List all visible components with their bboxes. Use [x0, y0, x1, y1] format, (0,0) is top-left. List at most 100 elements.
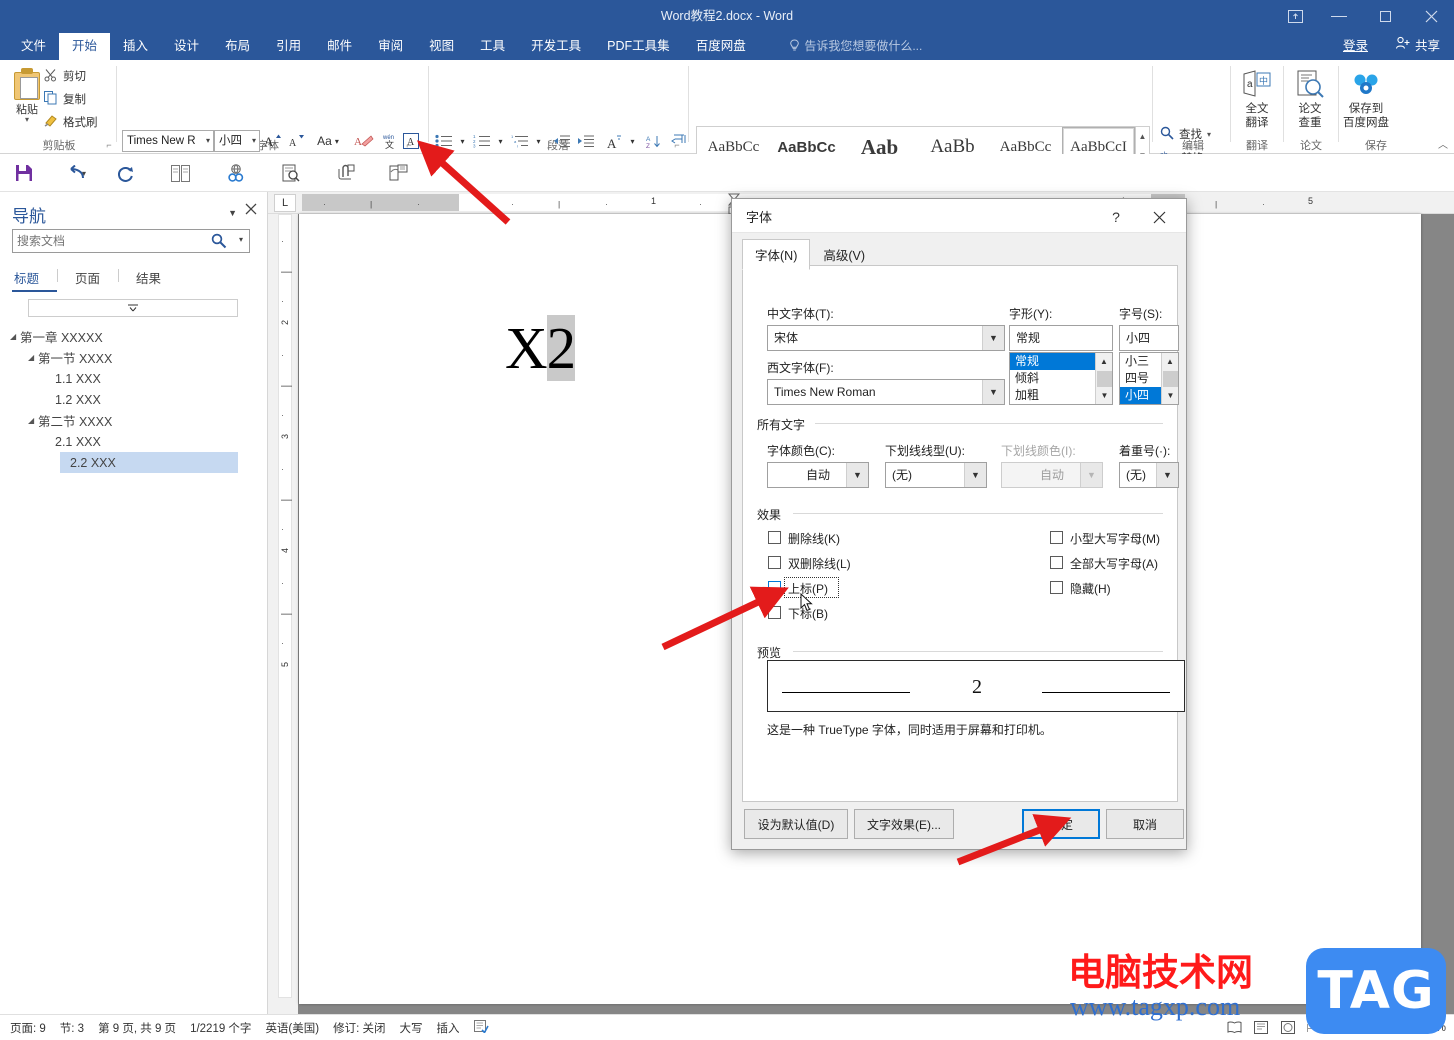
tab-layout[interactable]: 布局 [212, 33, 263, 60]
western-font-combobox[interactable]: Times New Roman ▼ [767, 379, 1005, 405]
font-size-listbox[interactable]: 小三 四号 小四 ▲ ▼ [1119, 352, 1179, 405]
chevron-down-icon[interactable]: ▼ [846, 463, 868, 487]
expand-triangle-icon[interactable]: ◢ [28, 353, 38, 362]
sort-az-icon[interactable]: AZ [642, 130, 666, 152]
small-caps-checkbox[interactable] [1050, 531, 1063, 544]
chevron-down-icon[interactable]: ▾ [252, 131, 256, 151]
close-icon[interactable] [1142, 205, 1176, 229]
font-style-listbox[interactable]: 常规 倾斜 加粗 ▲ ▼ [1009, 352, 1113, 405]
sort-icon[interactable]: A [602, 130, 626, 152]
font-style-input[interactable]: 常规 [1009, 325, 1113, 351]
close-icon[interactable] [1408, 0, 1454, 33]
sign-in-link[interactable]: 登录 [1343, 33, 1368, 60]
print-preview-icon[interactable] [275, 158, 307, 188]
hyperlink-icon[interactable] [220, 158, 252, 188]
listbox-scrollbar[interactable]: ▲ ▼ [1095, 353, 1112, 404]
status-language[interactable]: 英语(美国) [265, 1020, 319, 1036]
vertical-ruler[interactable]: · — · 2 · — · 3 · — · 4 · — · 5 [268, 214, 298, 1014]
tab-review[interactable]: 审阅 [365, 33, 416, 60]
font-name-combobox[interactable]: Times New R ▾ [122, 130, 214, 152]
scrollbar-thumb[interactable] [1163, 371, 1178, 388]
document-share-icon[interactable] [382, 158, 414, 188]
tab-mailings[interactable]: 邮件 [314, 33, 365, 60]
tab-pdf-toolkit[interactable]: PDF工具集 [594, 33, 683, 60]
change-case-icon[interactable]: Aa ▾ [312, 130, 344, 152]
scroll-down-icon[interactable]: ▼ [1096, 387, 1112, 404]
ok-button[interactable]: 确定 [1022, 809, 1100, 839]
paste-caret-icon[interactable]: ▾ [6, 116, 48, 124]
navigation-search-box[interactable]: ▾ [12, 229, 250, 253]
nav-heading-item[interactable]: ◢ 第一章 XXXXX [0, 326, 268, 347]
underline-style-combobox[interactable]: (无) ▼ [885, 462, 987, 488]
navigation-dropdown-icon[interactable]: ▼ [228, 208, 237, 218]
tab-references[interactable]: 引用 [263, 33, 314, 60]
character-border-icon[interactable]: A [400, 130, 422, 152]
ribbon-display-options-icon[interactable] [1274, 0, 1316, 33]
tab-stop-selector[interactable]: L [274, 194, 296, 212]
expand-triangle-icon[interactable]: ◢ [10, 332, 20, 341]
multilevel-caret-icon[interactable]: ▾ [532, 130, 545, 152]
phonetic-guide-icon[interactable]: wén 文 [378, 130, 402, 152]
status-word-count[interactable]: 1/2219 个字 [190, 1020, 251, 1036]
clipboard-dialog-launcher[interactable]: ⌐ [103, 139, 115, 151]
document-text[interactable]: X2 [505, 314, 576, 383]
tab-insert[interactable]: 插入 [110, 33, 161, 60]
show-marks-icon[interactable] [668, 130, 690, 152]
navigation-close-icon[interactable] [245, 203, 257, 218]
double-strikethrough-checkbox[interactable] [768, 556, 781, 569]
strikethrough-checkbox[interactable] [768, 531, 781, 544]
scrollbar-thumb[interactable] [1097, 371, 1112, 388]
undo-caret-icon[interactable]: ▾ [78, 158, 90, 188]
scroll-up-icon[interactable]: ▲ [1096, 353, 1112, 370]
attachment-icon[interactable] [330, 158, 362, 188]
tab-view[interactable]: 视图 [416, 33, 467, 60]
increase-indent-icon[interactable] [574, 130, 598, 152]
format-painter-button[interactable]: 格式刷 [44, 112, 98, 132]
font-size-input[interactable]: 小四 [1119, 325, 1179, 351]
search-input[interactable] [17, 230, 207, 252]
numbering-icon[interactable]: 123 [470, 130, 494, 152]
emphasis-mark-combobox[interactable]: (无) ▼ [1119, 462, 1179, 488]
tell-me-box[interactable]: 告诉我您想要做什么... [789, 33, 922, 60]
search-icon[interactable] [211, 233, 227, 252]
nav-heading-item-selected[interactable]: 2.2 XXX [60, 452, 238, 473]
sort-caret-icon[interactable]: ▾ [626, 130, 639, 152]
tab-developer[interactable]: 开发工具 [518, 33, 594, 60]
compare-documents-icon[interactable] [165, 158, 197, 188]
save-icon[interactable] [8, 158, 40, 188]
subscript-checkbox[interactable] [768, 606, 781, 619]
chevron-down-icon[interactable]: ▼ [1156, 463, 1178, 487]
tab-baidu-netdisk[interactable]: 百度网盘 [683, 33, 759, 60]
save-to-baidu-button[interactable]: 保存到 百度网盘 [1331, 66, 1401, 130]
nav-heading-item[interactable]: 2.1 XXX [0, 431, 268, 452]
chevron-down-icon[interactable]: ▼ [964, 463, 986, 487]
minimize-icon[interactable] [1316, 0, 1362, 33]
nav-tab-headings[interactable]: 标题 [12, 268, 58, 292]
paste-button[interactable]: 粘贴 ▾ [6, 64, 48, 132]
scroll-up-icon[interactable]: ▲ [1162, 353, 1178, 370]
nav-heading-item[interactable]: 1.1 XXX [0, 368, 268, 389]
tab-font[interactable]: 字体(N) [742, 239, 811, 270]
numbering-caret-icon[interactable]: ▾ [494, 130, 507, 152]
nav-heading-item[interactable]: 1.2 XXX [0, 389, 268, 410]
superscript-checkbox[interactable] [768, 581, 781, 594]
tab-file[interactable]: 文件 [8, 33, 59, 60]
cancel-button[interactable]: 取消 [1106, 809, 1184, 839]
plagiarism-check-button[interactable]: 论文 查重 [1284, 66, 1336, 130]
shrink-font-icon[interactable]: A [285, 130, 309, 152]
search-options-caret-icon[interactable]: ▾ [239, 235, 243, 244]
status-pages[interactable]: 页面: 9 [10, 1020, 46, 1036]
find-button[interactable]: 查找 ▾ [1160, 124, 1211, 144]
cut-button[interactable]: 剪切 [44, 66, 86, 86]
status-sections[interactable]: 节: 3 [60, 1020, 84, 1036]
find-caret-icon[interactable]: ▾ [1207, 130, 1211, 139]
proofing-icon[interactable] [473, 1019, 489, 1036]
copy-button[interactable]: 复制 [44, 89, 86, 109]
nav-heading-item[interactable]: ◢ 第一节 XXXX [0, 347, 268, 368]
scroll-up-icon[interactable]: ▲ [1136, 127, 1149, 146]
bullets-caret-icon[interactable]: ▾ [456, 130, 469, 152]
tab-tools[interactable]: 工具 [467, 33, 518, 60]
navigation-collapse-all[interactable] [28, 299, 238, 317]
set-as-default-button[interactable]: 设为默认值(D) [744, 809, 848, 839]
listbox-scrollbar[interactable]: ▲ ▼ [1161, 353, 1178, 404]
